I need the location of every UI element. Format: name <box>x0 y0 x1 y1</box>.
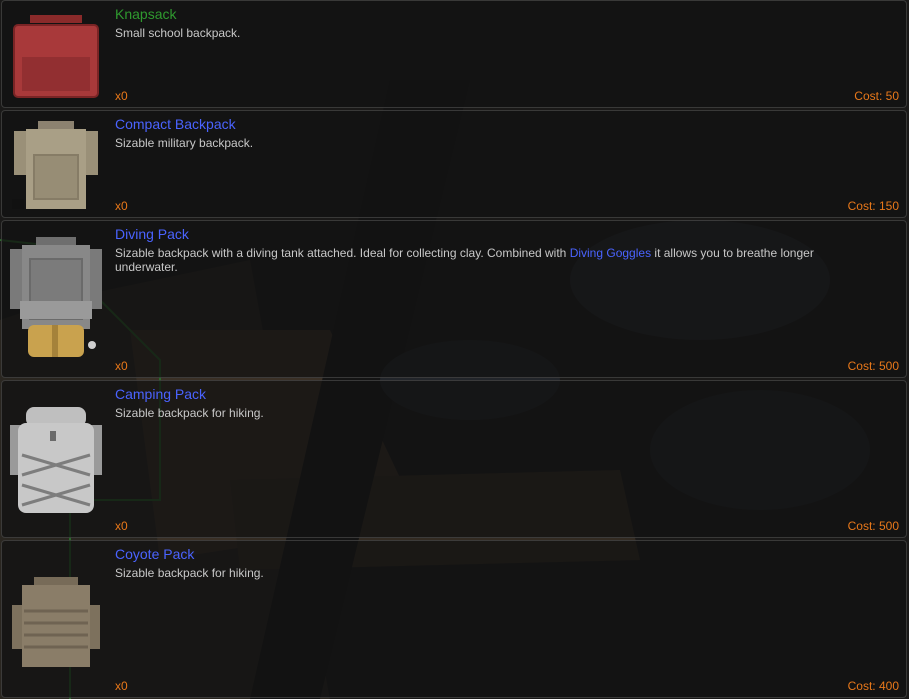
shop-item-camping-pack[interactable]: Camping Pack Sizable backpack for hiking… <box>1 380 907 538</box>
gray-diving-pack-icon <box>8 235 104 383</box>
item-quantity: x0 <box>115 519 128 533</box>
item-name: Camping Pack <box>115 386 207 402</box>
shop-item-knapsack[interactable]: Knapsack Small school backpack. x0 Cost:… <box>1 0 907 108</box>
shop-item-coyote-pack[interactable]: Coyote Pack Sizable backpack for hiking.… <box>1 540 907 698</box>
item-name: Coyote Pack <box>115 546 195 562</box>
item-cost: Cost: 400 <box>847 679 899 693</box>
tan-compact-backpack-icon <box>8 115 104 211</box>
item-cost: Cost: 500 <box>847 519 899 533</box>
item-name: Knapsack <box>115 6 177 22</box>
item-name: Diving Pack <box>115 226 189 242</box>
shop-item-diving-pack[interactable]: Diving Pack Sizable backpack with a divi… <box>1 220 907 378</box>
item-description: Sizable backpack with a diving tank atta… <box>115 246 855 274</box>
item-cost: Cost: 50 <box>854 89 899 103</box>
description-text-start: Sizable backpack with a diving tank atta… <box>115 246 570 260</box>
item-description: Sizable backpack for hiking. <box>115 406 264 420</box>
light-gray-camping-pack-icon <box>8 405 104 525</box>
red-knapsack-icon <box>8 5 104 101</box>
item-quantity: x0 <box>115 199 128 213</box>
shop-item-compact-backpack[interactable]: Compact Backpack Sizable military backpa… <box>1 110 907 218</box>
item-quantity: x0 <box>115 89 128 103</box>
backpack-shop-list: Knapsack Small school backpack. x0 Cost:… <box>0 0 909 699</box>
item-quantity: x0 <box>115 679 128 693</box>
diving-goggles-link[interactable]: Diving Goggles <box>570 246 651 260</box>
item-name: Compact Backpack <box>115 116 236 132</box>
item-cost: Cost: 150 <box>847 199 899 213</box>
item-description: Sizable backpack for hiking. <box>115 566 264 580</box>
coyote-pack-icon <box>8 575 104 675</box>
item-description: Sizable military backpack. <box>115 136 254 150</box>
item-description: Small school backpack. <box>115 26 241 40</box>
item-cost: Cost: 500 <box>847 359 899 373</box>
item-quantity: x0 <box>115 359 128 373</box>
